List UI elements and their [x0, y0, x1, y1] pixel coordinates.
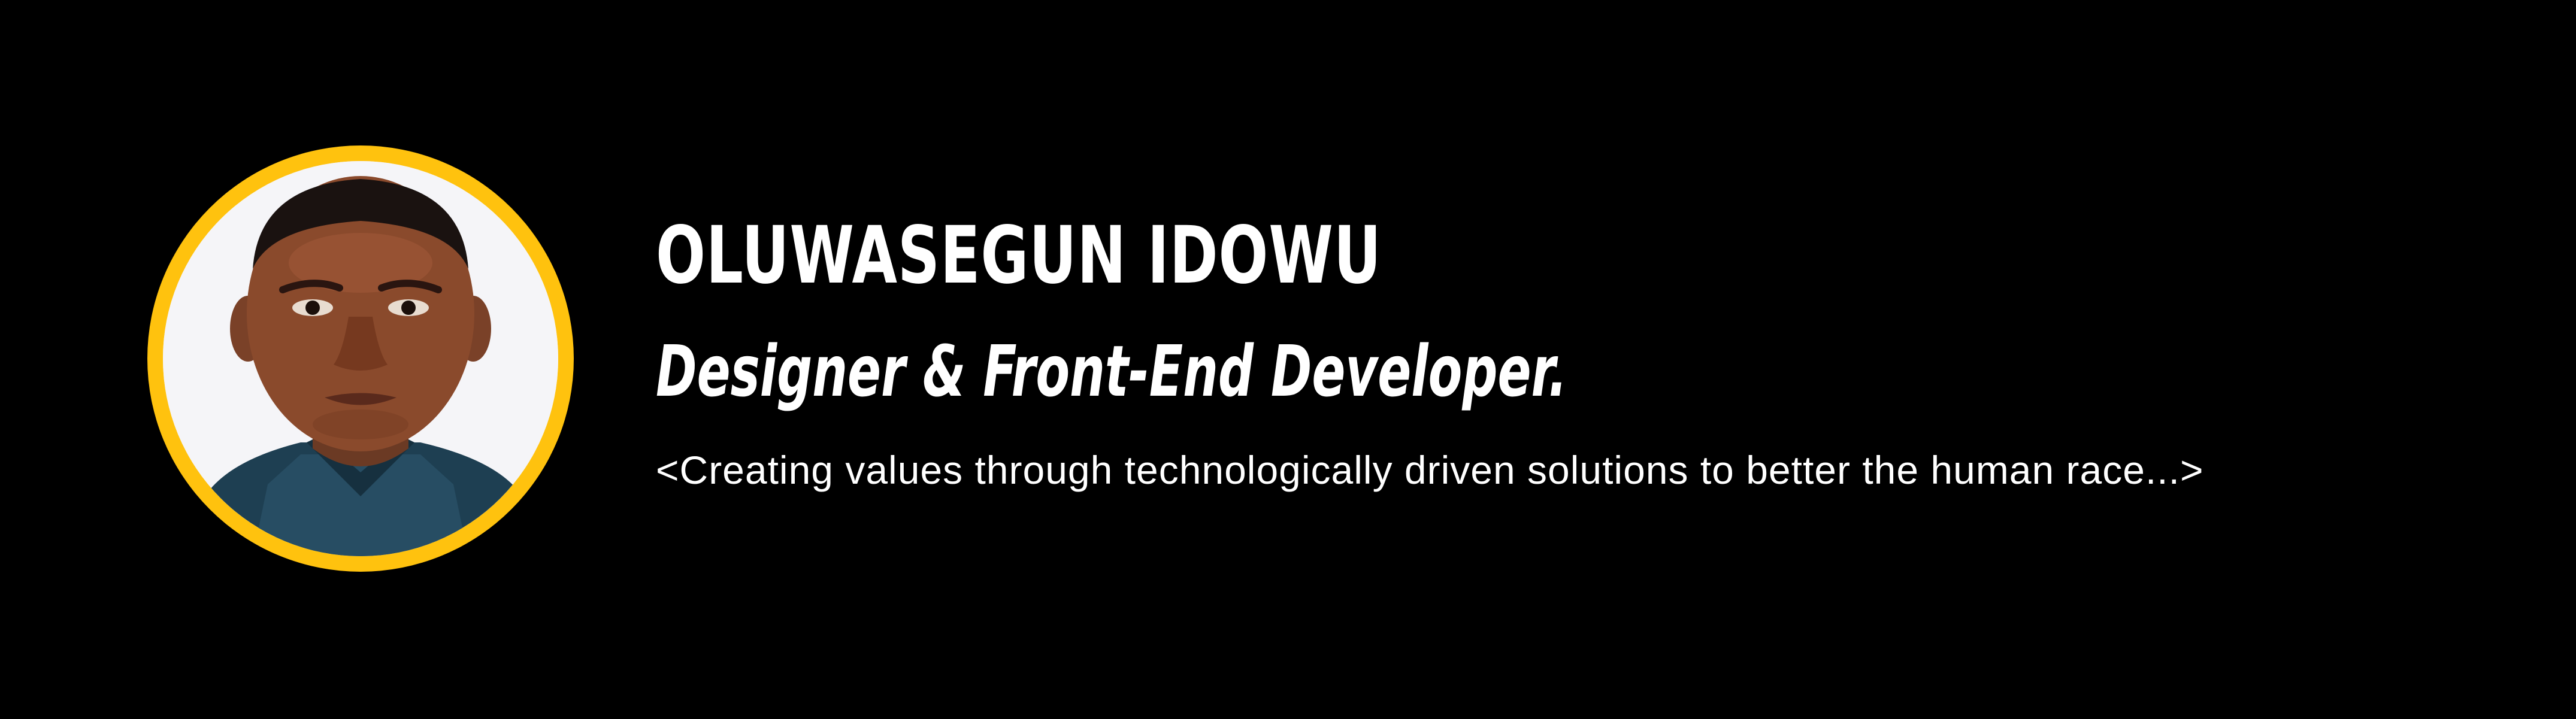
profile-tagline: <Creating values through technologically…	[656, 448, 2204, 492]
avatar	[163, 161, 558, 556]
profile-role: Designer & Front-End Developer.	[656, 330, 1567, 412]
profile-name: OLUWASEGUN IDOWU	[656, 210, 1382, 302]
profile-photo-icon	[163, 161, 558, 556]
profile-banner: OLUWASEGUN IDOWU Designer & Front-End De…	[0, 0, 2576, 719]
